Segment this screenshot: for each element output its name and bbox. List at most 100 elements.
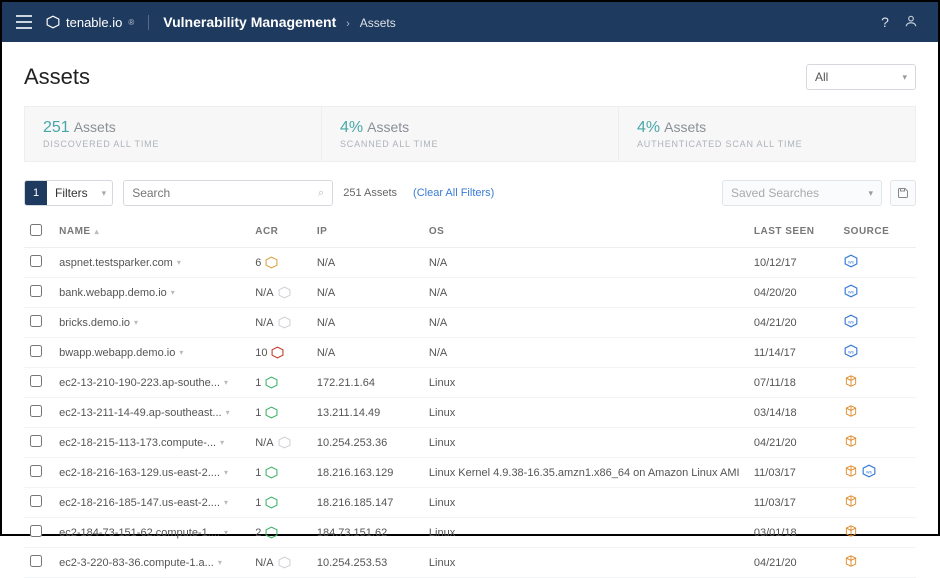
clear-filters-link[interactable]: (Clear All Filters): [413, 187, 494, 199]
save-search-button[interactable]: [890, 180, 916, 206]
table-row[interactable]: bricks.demo.io▾N/AN/AN/A04/21/20ws: [24, 308, 916, 338]
row-checkbox[interactable]: [30, 465, 42, 477]
asset-last-seen: 11/14/17: [748, 338, 838, 368]
row-checkbox[interactable]: [30, 405, 42, 417]
user-icon[interactable]: [898, 14, 924, 31]
col-os[interactable]: OS: [423, 216, 748, 248]
asset-ip: 18.216.185.147: [311, 488, 423, 518]
asset-last-seen: 04/21/20: [748, 548, 838, 578]
col-ip[interactable]: IP: [311, 216, 423, 248]
table-row[interactable]: ec2-18-216-163-129.us-east-2....▾118.216…: [24, 458, 916, 488]
source-icons: ws: [844, 254, 858, 268]
asset-last-seen: 11/03/17: [748, 488, 838, 518]
select-all-checkbox[interactable]: [30, 224, 42, 236]
table-row[interactable]: aspnet.testsparker.com▾6N/AN/A10/12/17ws: [24, 248, 916, 278]
source-icons: ws: [844, 284, 858, 298]
row-checkbox[interactable]: [30, 285, 42, 297]
source-ws-icon: ws: [844, 314, 858, 328]
asset-name: aspnet.testsparker.com: [59, 257, 173, 269]
table-row[interactable]: ec2-13-210-190-223.ap-southe...▾1172.21.…: [24, 368, 916, 398]
asset-last-seen: 10/12/17: [748, 248, 838, 278]
table-row[interactable]: ec2-18-215-113-173.compute-...▾N/A10.254…: [24, 428, 916, 458]
result-count: 251 Assets: [343, 187, 397, 199]
table-row[interactable]: bwapp.webapp.demo.io▾10N/AN/A11/14/17ws: [24, 338, 916, 368]
asset-os: N/A: [423, 308, 748, 338]
asset-last-seen: 04/21/20: [748, 308, 838, 338]
acr-value: 6: [255, 257, 261, 269]
assets-table: NAME▴ ACR IP OS LAST SEEN SOURCE aspnet.…: [24, 216, 916, 578]
acr-value: N/A: [255, 287, 273, 299]
asset-os: Linux: [423, 518, 748, 548]
source-icons: [844, 494, 858, 508]
asset-ip: N/A: [311, 248, 423, 278]
row-checkbox[interactable]: [30, 435, 42, 447]
row-checkbox[interactable]: [30, 315, 42, 327]
col-source[interactable]: SOURCE: [838, 216, 917, 248]
scope-select[interactable]: All ▾: [806, 64, 916, 90]
acr-value: 1: [255, 497, 261, 509]
help-icon[interactable]: ?: [872, 14, 898, 30]
asset-os: N/A: [423, 278, 748, 308]
row-checkbox[interactable]: [30, 345, 42, 357]
acr-value: 1: [255, 407, 261, 419]
breadcrumb: Vulnerability Management › Assets: [163, 14, 395, 30]
asset-name: bricks.demo.io: [59, 317, 130, 329]
col-name[interactable]: NAME▴: [53, 216, 249, 248]
breadcrumb-page[interactable]: Assets: [360, 16, 396, 30]
col-last[interactable]: LAST SEEN: [748, 216, 838, 248]
source-ws-icon: ws: [844, 344, 858, 358]
search-input[interactable]: [132, 186, 318, 200]
source-aws-icon: [844, 434, 858, 448]
asset-os: Linux: [423, 398, 748, 428]
page-title: Assets: [24, 64, 90, 90]
source-ws-icon: ws: [844, 254, 858, 268]
asset-os: Linux: [423, 488, 748, 518]
severity-hex-icon: [265, 376, 278, 389]
breadcrumb-section[interactable]: Vulnerability Management: [163, 14, 336, 30]
table-row[interactable]: ec2-13-211-14-49.ap-southeast...▾113.211…: [24, 398, 916, 428]
saved-searches-select[interactable]: Saved Searches ▾: [722, 180, 882, 206]
filters-count: 1: [25, 181, 47, 205]
asset-last-seen: 03/14/18: [748, 398, 838, 428]
stat-card: 251AssetsDISCOVERED ALL TIME: [25, 107, 322, 161]
row-checkbox[interactable]: [30, 555, 42, 567]
asset-name: bank.webapp.demo.io: [59, 287, 167, 299]
brand-logo[interactable]: tenable.io®: [46, 15, 149, 30]
stat-label: Assets: [74, 119, 116, 135]
table-row[interactable]: ec2-184-73-151-62.compute-1....▾2184.73.…: [24, 518, 916, 548]
logo-icon: [46, 15, 60, 29]
table-row[interactable]: bank.webapp.demo.io▾N/AN/AN/A04/20/20ws: [24, 278, 916, 308]
col-acr[interactable]: ACR: [249, 216, 311, 248]
asset-name: ec2-3-220-83-36.compute-1.a...: [59, 557, 214, 569]
asset-os: Linux: [423, 368, 748, 398]
asset-name: bwapp.webapp.demo.io: [59, 347, 175, 359]
table-header-row: NAME▴ ACR IP OS LAST SEEN SOURCE: [24, 216, 916, 248]
stats-bar: 251AssetsDISCOVERED ALL TIME4%AssetsSCAN…: [24, 106, 916, 162]
acr-value: N/A: [255, 437, 273, 449]
table-row[interactable]: ec2-18-216-185-147.us-east-2....▾118.216…: [24, 488, 916, 518]
chevron-down-icon: ▾: [96, 188, 113, 199]
source-icons: [844, 554, 858, 568]
menu-toggle[interactable]: [16, 15, 32, 29]
severity-hex-icon: [265, 256, 278, 269]
chevron-right-icon: ›: [346, 18, 350, 30]
chevron-down-icon: ▾: [224, 498, 228, 507]
search-box[interactable]: ⌕: [123, 180, 333, 206]
severity-hex-icon: [278, 286, 291, 299]
row-checkbox[interactable]: [30, 495, 42, 507]
filters-chip[interactable]: 1 Filters ▾: [24, 180, 113, 206]
acr-value: 1: [255, 467, 261, 479]
asset-ip: 172.21.1.64: [311, 368, 423, 398]
table-row[interactable]: ec2-3-220-83-36.compute-1.a...▾N/A10.254…: [24, 548, 916, 578]
row-checkbox[interactable]: [30, 375, 42, 387]
chevron-down-icon: ▾: [220, 438, 224, 447]
source-icons: [844, 434, 858, 448]
source-aws-icon: [844, 494, 858, 508]
row-checkbox[interactable]: [30, 255, 42, 267]
acr-value: N/A: [255, 557, 273, 569]
saved-searches-placeholder: Saved Searches: [731, 186, 819, 200]
asset-last-seen: 07/11/18: [748, 368, 838, 398]
asset-os: N/A: [423, 338, 748, 368]
row-checkbox[interactable]: [30, 525, 42, 537]
acr-value: N/A: [255, 317, 273, 329]
